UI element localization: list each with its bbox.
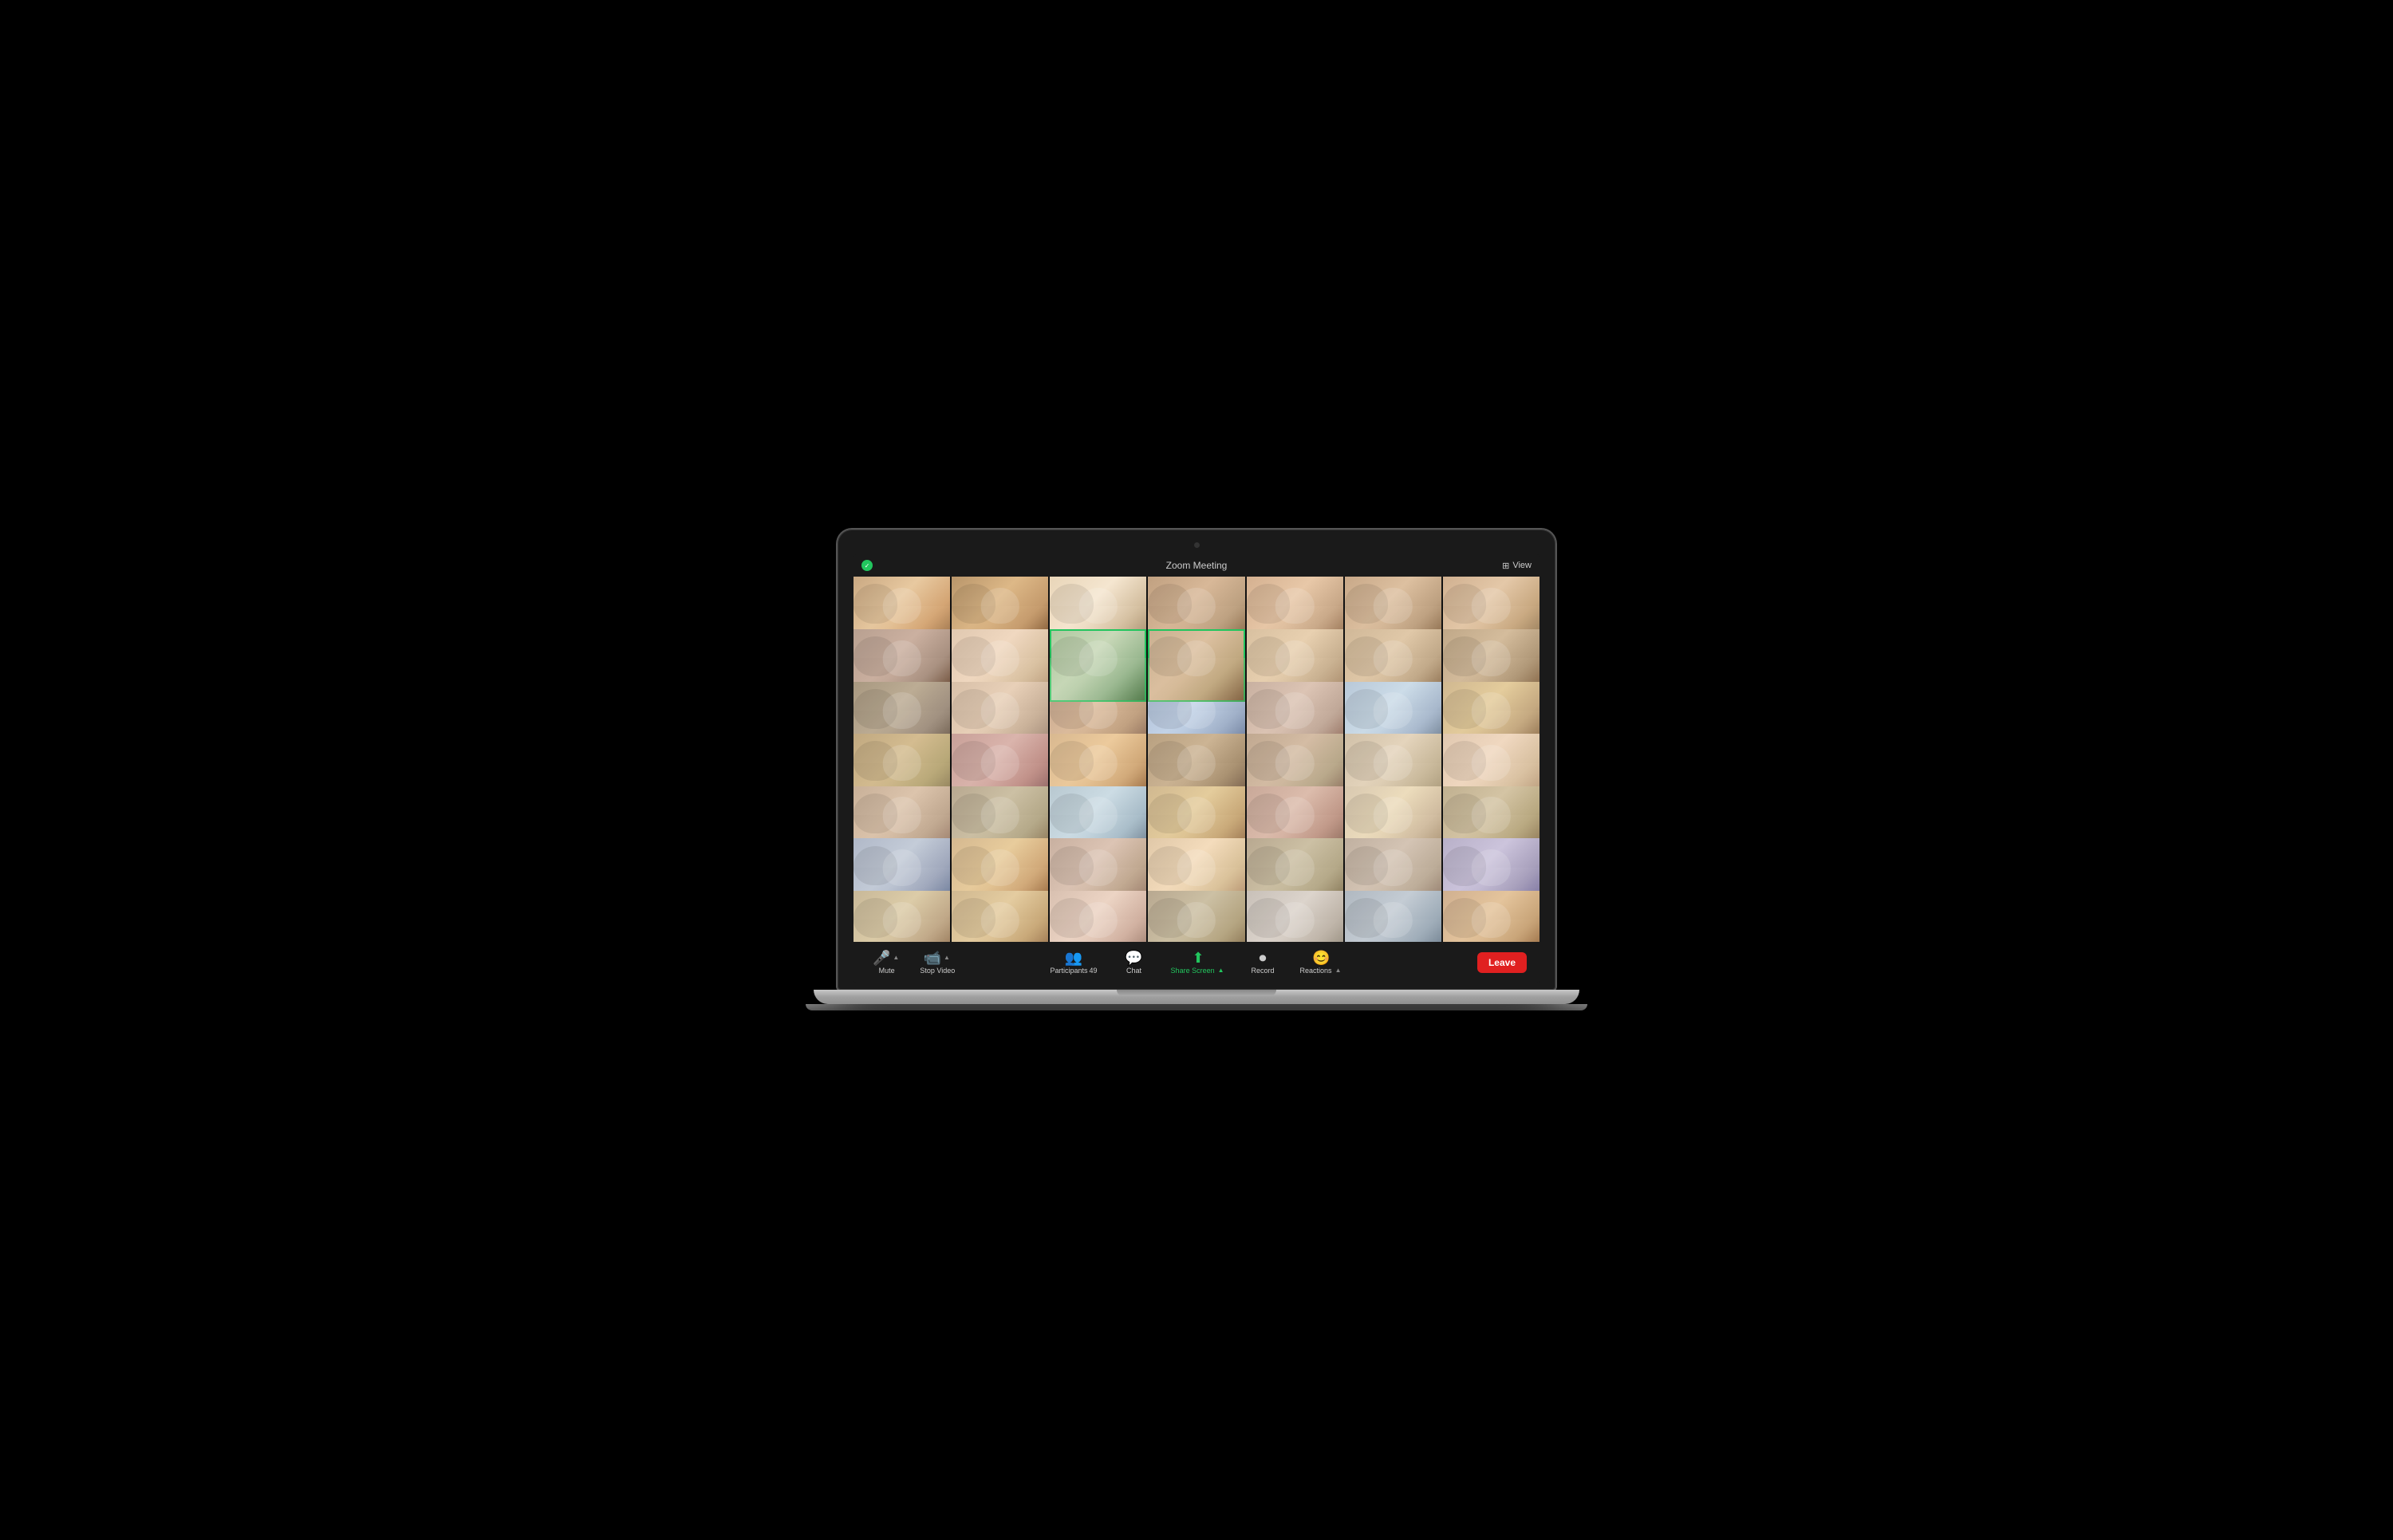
leave-button[interactable]: Leave [1477, 952, 1527, 973]
record-icon: ⏺ [1260, 951, 1267, 965]
toolbar-center: 👥 Participants 49 💬 Chat [1044, 947, 1350, 978]
camera-dot [1194, 542, 1200, 548]
participant-cell-47[interactable] [1247, 891, 1343, 942]
microphone-icon: 🎤 [873, 951, 890, 965]
reactions-arrow[interactable]: ▲ [1334, 967, 1343, 974]
reactions-button[interactable]: 😊 Reactions ▲ [1294, 947, 1350, 978]
share-screen-icon: ⬆ [1192, 951, 1204, 965]
participants-icon: 👥 [1065, 951, 1082, 965]
participant-cell-45[interactable] [1050, 891, 1146, 942]
camera-icon: 📹 [924, 951, 941, 965]
reactions-icon: 😊 [1312, 951, 1330, 965]
grid-icon: ⊞ [1502, 561, 1509, 571]
participant-cell-44[interactable] [952, 891, 1048, 942]
video-grid [854, 577, 1539, 942]
chat-button[interactable]: 💬 Chat [1117, 947, 1152, 978]
laptop-base [814, 990, 1579, 1004]
participant-cell-46[interactable] [1148, 891, 1244, 942]
title-bar: ✓ Zoom Meeting ⊞ View [854, 554, 1539, 577]
participant-cell-43[interactable] [854, 891, 950, 942]
participant-cell-11[interactable] [1148, 629, 1244, 702]
chat-label: Chat [1126, 967, 1141, 975]
title-bar-left: ✓ [861, 560, 873, 571]
meeting-title: Zoom Meeting [1166, 560, 1228, 571]
participants-label: Participants [1051, 967, 1088, 975]
stop-video-btn-inner: 📹 ▲ [924, 951, 952, 965]
mute-btn-inner: 🎤 ▲ [873, 951, 901, 965]
participants-count: 49 [1090, 967, 1098, 975]
screen-content: ✓ Zoom Meeting ⊞ View [854, 554, 1539, 983]
laptop-container: ✓ Zoom Meeting ⊞ View [838, 530, 1555, 1010]
mute-button[interactable]: 🎤 ▲ Mute [866, 947, 907, 978]
mute-label: Mute [879, 967, 895, 975]
title-bar-right[interactable]: ⊞ View [1502, 561, 1532, 571]
screen-bezel: ✓ Zoom Meeting ⊞ View [838, 530, 1555, 990]
participants-button[interactable]: 👥 Participants 49 [1044, 947, 1104, 978]
record-button[interactable]: ⏺ Record [1245, 947, 1281, 978]
toolbar-left: 🎤 ▲ Mute 📹 ▲ Stop Video [866, 947, 961, 978]
laptop-base-bottom [806, 1004, 1587, 1010]
record-label: Record [1252, 967, 1275, 975]
mute-arrow[interactable]: ▲ [891, 954, 901, 961]
participant-cell-48[interactable] [1345, 891, 1441, 942]
reactions-label: Reactions [1300, 967, 1332, 975]
share-screen-button[interactable]: ⬆ Share Screen ▲ [1165, 947, 1232, 978]
screen: ✓ Zoom Meeting ⊞ View [854, 554, 1539, 983]
participant-cell-10[interactable] [1050, 629, 1146, 702]
stop-video-label: Stop Video [920, 967, 955, 975]
chat-icon: 💬 [1125, 951, 1142, 965]
participant-cell-49[interactable] [1443, 891, 1539, 942]
toolbar: 🎤 ▲ Mute 📹 ▲ Stop Video [854, 942, 1539, 983]
share-screen-arrow[interactable]: ▲ [1216, 967, 1226, 974]
view-label[interactable]: View [1512, 561, 1532, 570]
toolbar-right: Leave [1477, 952, 1527, 973]
video-arrow[interactable]: ▲ [942, 954, 952, 961]
stop-video-button[interactable]: 📹 ▲ Stop Video [913, 947, 961, 978]
shield-icon: ✓ [861, 560, 873, 571]
share-screen-label: Share Screen [1171, 967, 1215, 975]
